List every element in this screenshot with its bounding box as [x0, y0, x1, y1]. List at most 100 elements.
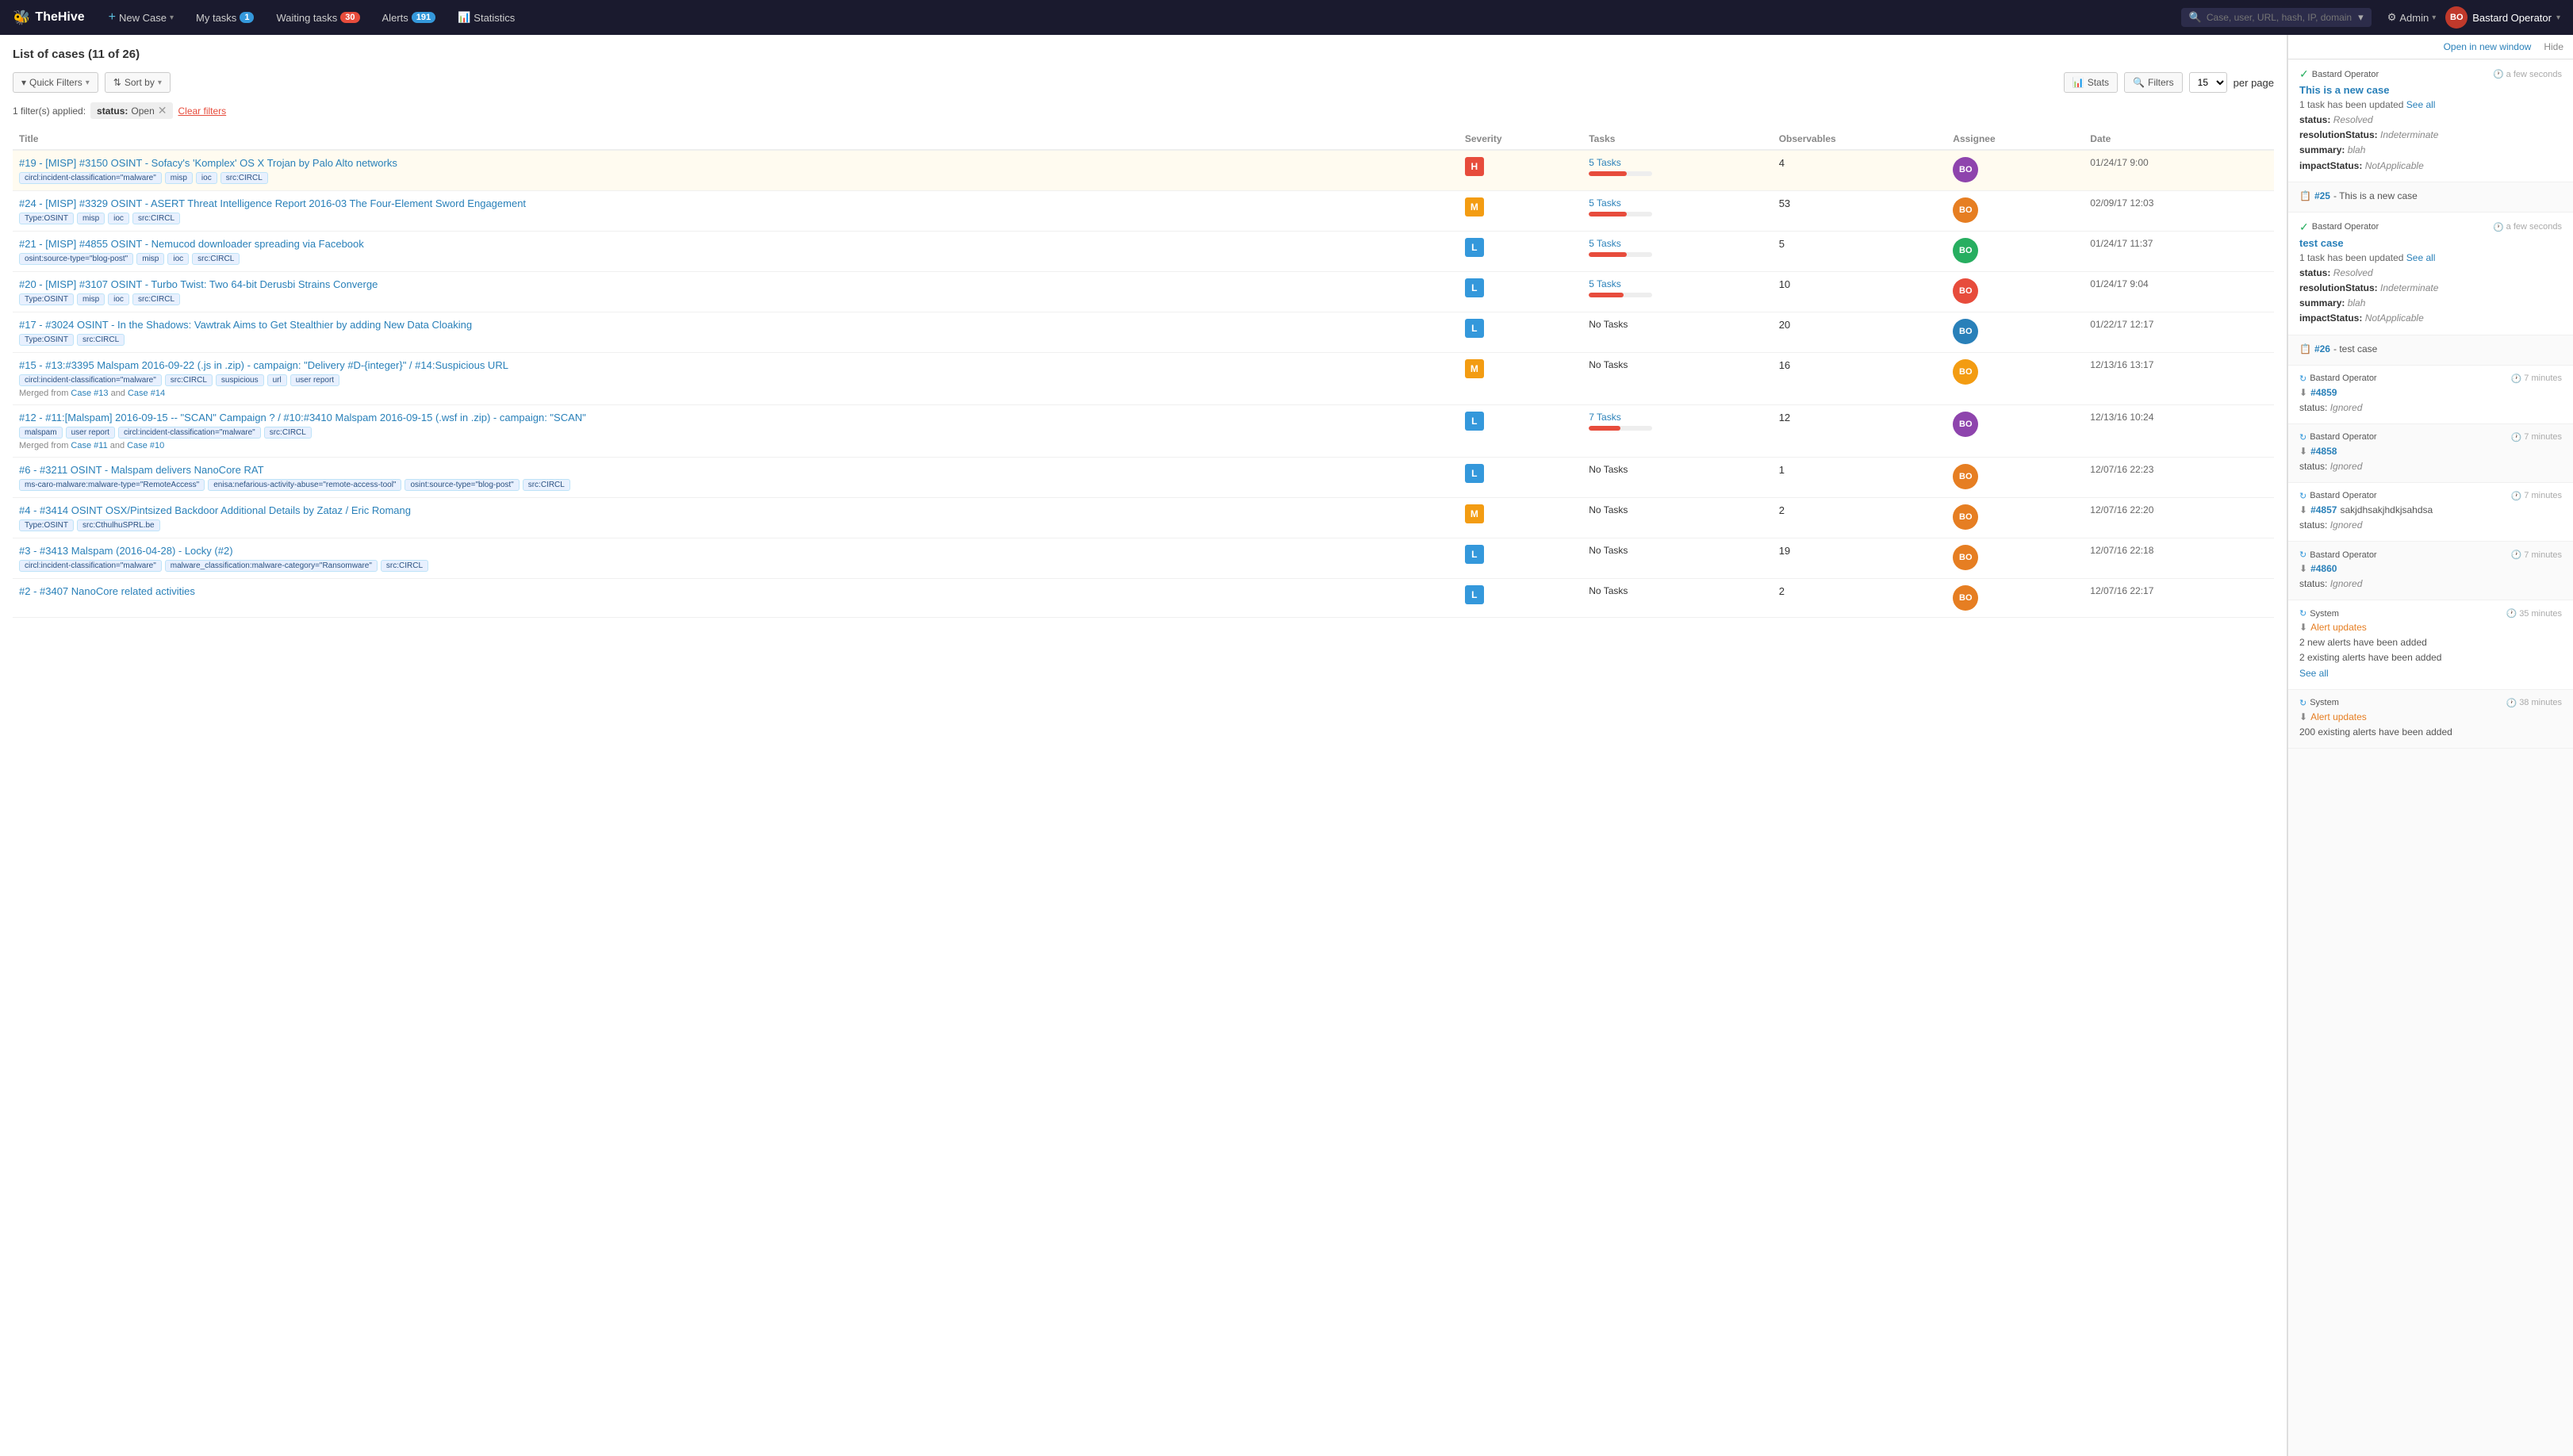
tag[interactable]: misp	[77, 213, 105, 224]
see-all-link[interactable]: See all	[2406, 99, 2436, 110]
tag[interactable]: circl:incident-classification="malware"	[19, 172, 162, 184]
activity-badge: ⬇ #4858	[2299, 446, 2562, 457]
tag[interactable]: ioc	[167, 253, 189, 265]
tasks-count[interactable]: 5 Tasks	[1589, 197, 1620, 209]
download-icon: ⬇	[2299, 622, 2307, 633]
case-num[interactable]: #4858	[2310, 446, 2337, 457]
chart-icon: 📊	[458, 11, 470, 24]
tag[interactable]: suspicious	[216, 374, 264, 386]
statistics-button[interactable]: 📊 Statistics	[450, 6, 523, 29]
tag[interactable]: malspam	[19, 427, 63, 439]
case-num[interactable]: #26	[2314, 343, 2330, 354]
tag[interactable]: misp	[77, 293, 105, 305]
tag[interactable]: Type:OSINT	[19, 213, 74, 224]
tag[interactable]: src:CIRCL	[165, 374, 213, 386]
tag[interactable]: src:CIRCL	[220, 172, 268, 184]
activity-actor: Bastard Operator	[2312, 70, 2379, 79]
tag[interactable]: src:CIRCL	[264, 427, 312, 439]
tag[interactable]: user report	[290, 374, 339, 386]
tag[interactable]: circl:incident-classification="malware"	[19, 560, 162, 572]
date-cell: 12/07/16 22:20	[2084, 498, 2274, 538]
tag[interactable]: ioc	[196, 172, 217, 184]
tasks-count[interactable]: 7 Tasks	[1589, 412, 1620, 423]
tag[interactable]: ioc	[108, 293, 129, 305]
tag[interactable]: misp	[136, 253, 164, 265]
download-icon: ⬇	[2299, 446, 2307, 457]
tag[interactable]: src:CthulhuSPRL.be	[77, 519, 160, 531]
activity-case-title[interactable]: test case	[2299, 237, 2562, 249]
tag[interactable]: enisa:nefarious-activity-abuse="remote-a…	[208, 479, 401, 491]
tag[interactable]: ms-caro-malware:malware-type="RemoteAcce…	[19, 479, 205, 491]
my-tasks-button[interactable]: My tasks 1	[188, 7, 262, 29]
case-title-link[interactable]: #2 - #3407 NanoCore related activities	[19, 585, 195, 597]
case-title-link[interactable]: #24 - [MISP] #3329 OSINT - ASERT Threat …	[19, 197, 526, 209]
user-menu-button[interactable]: BO Bastard Operator ▾	[2445, 6, 2560, 29]
tag[interactable]: Type:OSINT	[19, 334, 74, 346]
tag[interactable]: src:CIRCL	[132, 293, 180, 305]
case-title-link[interactable]: #4 - #3414 OSINT OSX/Pintsized Backdoor …	[19, 504, 411, 516]
filter-key: status:	[97, 105, 128, 117]
tag[interactable]: malware_classification:malware-category=…	[165, 560, 378, 572]
tag[interactable]: src:CIRCL	[192, 253, 240, 265]
see-all-link[interactable]: See all	[2299, 668, 2329, 679]
tasks-count[interactable]: 5 Tasks	[1589, 278, 1620, 289]
activity-detail: status: ResolvedresolutionStatus: Indete…	[2299, 113, 2562, 174]
tag[interactable]: osint:source-type="blog-post"	[405, 479, 519, 491]
table-row: #24 - [MISP] #3329 OSINT - ASERT Threat …	[13, 191, 2274, 232]
global-search[interactable]: 🔍 ▾	[2181, 8, 2372, 27]
severity-cell: L	[1459, 405, 1582, 458]
case-ref-badge: 📋 #26 - test case	[2299, 343, 2562, 354]
tasks-count[interactable]: 5 Tasks	[1589, 157, 1620, 168]
tag[interactable]: Type:OSINT	[19, 519, 74, 531]
case-num[interactable]: #4860	[2310, 563, 2337, 574]
remove-filter-button[interactable]: ✕	[158, 104, 167, 117]
app-logo[interactable]: 🐝 TheHive	[13, 10, 85, 26]
tag[interactable]: src:CIRCL	[523, 479, 570, 491]
case-title-link[interactable]: #12 - #11:[Malspam] 2016-09-15 -- "SCAN"…	[19, 412, 586, 423]
tag[interactable]: Type:OSINT	[19, 293, 74, 305]
open-new-window-link[interactable]: Open in new window	[2444, 41, 2532, 52]
tag[interactable]: misp	[165, 172, 193, 184]
see-all-link[interactable]: See all	[2406, 252, 2436, 263]
hide-link[interactable]: Hide	[2544, 41, 2563, 52]
table-row: #2 - #3407 NanoCore related activitiesLN…	[13, 579, 2274, 618]
waiting-tasks-button[interactable]: Waiting tasks 30	[268, 7, 367, 29]
stats-button[interactable]: 📊 Stats	[2064, 72, 2118, 93]
filters-button[interactable]: 🔍 Filters	[2124, 72, 2183, 93]
case-title-link[interactable]: #3 - #3413 Malspam (2016-04-28) - Locky …	[19, 545, 233, 557]
sort-by-button[interactable]: ⇅ Sort by ▾	[105, 72, 171, 93]
tags-row: Type:OSINTsrc:CIRCL	[19, 334, 1452, 346]
tasks-count[interactable]: 5 Tasks	[1589, 238, 1620, 249]
clear-filters-button[interactable]: Clear filters	[178, 105, 226, 117]
search-input[interactable]	[2207, 12, 2353, 23]
case-num[interactable]: #4857	[2310, 504, 2337, 515]
case-title-link[interactable]: #15 - #13:#3395 Malspam 2016-09-22 (.js …	[19, 359, 508, 371]
quick-filters-button[interactable]: ▾ Quick Filters ▾	[13, 72, 98, 93]
case-title-link[interactable]: #21 - [MISP] #4855 OSINT - Nemucod downl…	[19, 238, 364, 250]
case-title-link[interactable]: #17 - #3024 OSINT - In the Shadows: Vawt…	[19, 319, 472, 331]
search-dropdown-icon[interactable]: ▾	[2358, 11, 2364, 24]
new-case-button[interactable]: + New Case ▾	[101, 6, 182, 29]
case-num[interactable]: #25	[2314, 190, 2330, 201]
tag[interactable]: user report	[66, 427, 115, 439]
tag[interactable]: circl:incident-classification="malware"	[19, 374, 162, 386]
tag[interactable]: osint:source-type="blog-post"	[19, 253, 133, 265]
tag[interactable]: circl:incident-classification="malware"	[118, 427, 261, 439]
case-title-link[interactable]: #20 - [MISP] #3107 OSINT - Turbo Twist: …	[19, 278, 378, 290]
tag[interactable]: src:CIRCL	[381, 560, 428, 572]
clock-icon: 🕐	[2493, 222, 2504, 232]
alerts-button[interactable]: Alerts 191	[374, 7, 444, 29]
admin-button[interactable]: ⚙ Admin ▾	[2387, 11, 2437, 24]
activity-actor: System	[2310, 609, 2339, 619]
tasks-count: No Tasks	[1589, 585, 1628, 596]
tag[interactable]: src:CIRCL	[132, 213, 180, 224]
observables-count: 12	[1779, 412, 1790, 423]
tag[interactable]: src:CIRCL	[77, 334, 125, 346]
case-title-link[interactable]: #19 - [MISP] #3150 OSINT - Sofacy's 'Kom…	[19, 157, 397, 169]
tag[interactable]: ioc	[108, 213, 129, 224]
activity-case-title[interactable]: This is a new case	[2299, 84, 2562, 96]
tag[interactable]: url	[267, 374, 287, 386]
per-page-select[interactable]: 15 25 50	[2189, 72, 2227, 93]
case-num[interactable]: #4859	[2310, 387, 2337, 398]
case-title-link[interactable]: #6 - #3211 OSINT - Malspam delivers Nano…	[19, 464, 264, 476]
